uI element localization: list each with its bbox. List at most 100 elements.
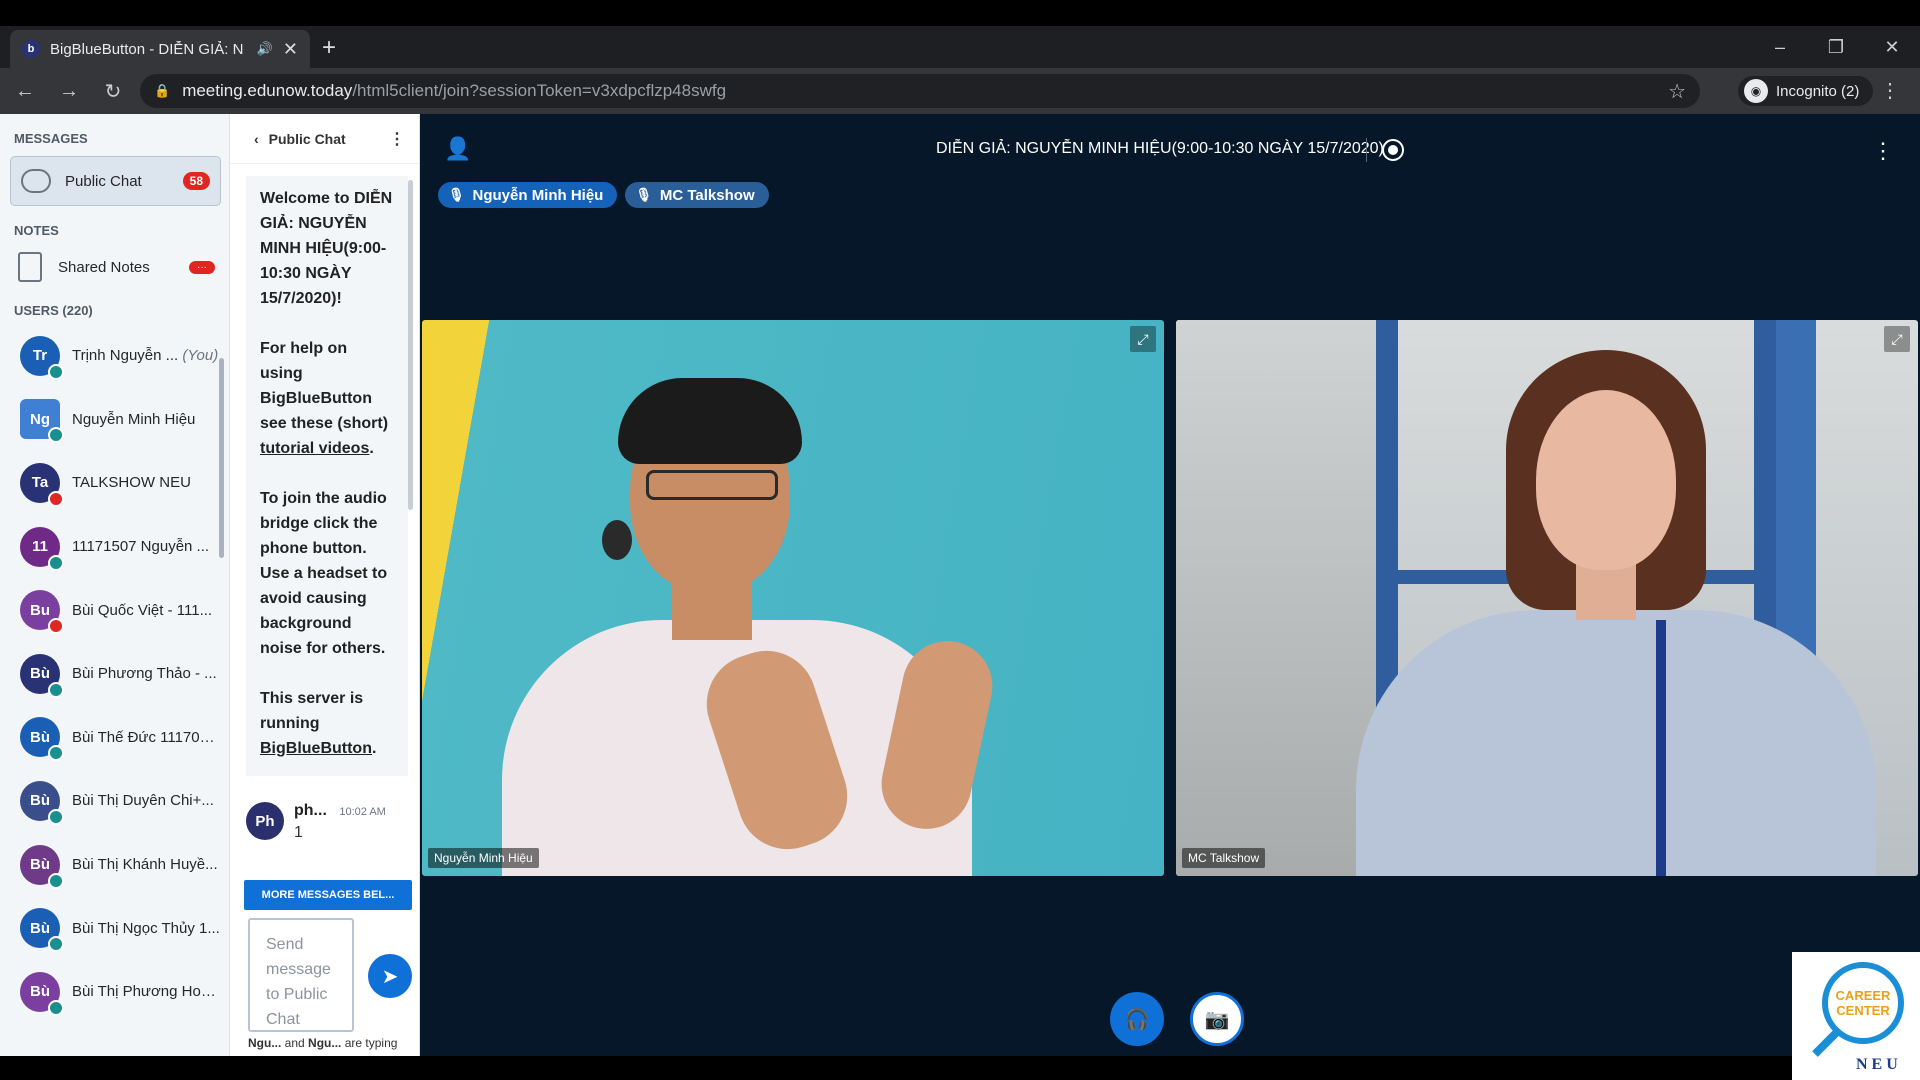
reload-icon[interactable]: ↻ — [94, 79, 132, 104]
share-webcam-button[interactable]: 📷 — [1190, 992, 1244, 1046]
user-list-item[interactable]: Bù Bùi Thị Ngọc Thủy 1... — [0, 896, 229, 960]
send-message-button[interactable]: ➤ — [368, 954, 412, 998]
chat-message-input[interactable]: Send message to Public Chat — [248, 918, 354, 1032]
message-author: ph... — [294, 802, 327, 819]
video-name-label: Nguyễn Minh Hiệu — [428, 848, 539, 868]
user-list-item[interactable]: Bù Bùi Thị Duyên Chi+... — [0, 769, 229, 833]
welcome-message: Welcome to DIỄN GIẢ: NGUYỄN MINH HIỆU(9:… — [246, 176, 408, 776]
minimize-icon[interactable]: – — [1752, 26, 1808, 68]
chat-scrollbar[interactable] — [408, 180, 413, 510]
chat-title[interactable]: Public Chat — [269, 131, 346, 147]
server-period: . — [371, 740, 377, 757]
users-list: Tr Trịnh Nguyễn ... (You) Ng Nguyễn Minh Hi… — [0, 324, 229, 1024]
video-tile-speaker[interactable]: ⤢ Nguyễn Minh Hiệu — [422, 320, 1164, 876]
tab-title: BigBlueButton - DIỄN GIẢ: N — [50, 40, 244, 58]
close-window-icon[interactable]: ✕ — [1864, 26, 1920, 68]
back-icon[interactable]: ← — [6, 80, 44, 103]
incognito-button[interactable]: ◉ Incognito (2) — [1738, 76, 1874, 106]
speaker-hair — [618, 378, 802, 464]
server-line: This server is running BigBlueButton. — [260, 686, 394, 761]
url-path: /html5client/join?sessionToken=v3xdpcflz… — [352, 81, 727, 100]
browser-menu-icon[interactable]: ⋮ — [1880, 78, 1900, 103]
user-status-icon — [48, 618, 64, 635]
user-list-item[interactable]: Bù Bùi Thị Phương Hoa... — [0, 960, 229, 1024]
chat-options-icon[interactable]: ⋮ — [389, 129, 405, 149]
user-name: Bùi Thị Duyên Chi+... — [72, 792, 220, 809]
maximize-icon[interactable]: ❐ — [1808, 26, 1864, 68]
public-chat-item[interactable]: Public Chat 58 — [10, 156, 221, 206]
user-list-toggle-icon[interactable]: 👤 — [444, 136, 471, 162]
public-chat-label: Public Chat — [65, 172, 142, 190]
forward-icon[interactable]: → — [50, 80, 88, 103]
user-list-scrollbar[interactable] — [219, 358, 224, 558]
talker-pill[interactable]: 🎙 MC Talkshow — [625, 182, 769, 208]
close-tab-icon[interactable]: ✕ — [283, 39, 298, 60]
user-name-text: 11171507 Nguyễn ... — [72, 538, 210, 556]
logo-line-1: CAREER — [1835, 988, 1891, 1003]
more-messages-button[interactable]: MORE MESSAGES BEL... — [244, 880, 412, 910]
talker-pill[interactable]: 🎙 Nguyễn Minh Hiệu — [438, 182, 618, 208]
audio-help-line: To join the audio bridge click the phone… — [260, 490, 388, 657]
header-divider — [1366, 138, 1367, 162]
avatar: Ng — [20, 399, 64, 444]
user-list-item[interactable]: Bù Bùi Phương Thảo - ... — [0, 642, 229, 706]
wall-bg — [1176, 320, 1376, 876]
user-list-item[interactable]: 11 11171507 Nguyễn ... — [0, 515, 229, 579]
user-list-item[interactable]: Bù Bùi Thị Khánh Huyề... — [0, 833, 229, 897]
chevron-left-icon[interactable]: ‹ — [254, 131, 259, 147]
chat-header: ‹ Public Chat ⋮ — [230, 114, 419, 164]
camera-off-icon: 📷 — [1204, 1008, 1230, 1031]
url-input[interactable]: 🔒 meeting.edunow.today /html5client/join… — [140, 74, 1700, 108]
typing-suffix: are typing — [344, 1036, 398, 1050]
tab-bar: b BigBlueButton - DIỄN GIẢ: N 🔊 ✕ + – ❐ … — [0, 26, 1920, 68]
fullscreen-icon[interactable]: ⤢ — [1130, 326, 1156, 352]
avatar: Bù — [20, 780, 64, 825]
video-tile-mc[interactable]: ⤢ MC Talkshow — [1176, 320, 1918, 876]
help-period: . — [369, 440, 374, 457]
user-name: TALKSHOW NEU — [72, 474, 220, 491]
fullscreen-icon[interactable]: ⤢ — [1884, 326, 1910, 352]
user-status-icon — [48, 999, 64, 1016]
user-name-text: Bùi Thị Duyên Chi+... — [72, 792, 214, 810]
welcome-line: Welcome to DIỄN GIẢ: NGUYỄN MINH HIỆU(9:… — [260, 190, 393, 307]
document-icon — [18, 252, 42, 282]
leave-audio-button[interactable]: 🎧 — [1110, 992, 1164, 1046]
user-list-item[interactable]: Ng Nguyễn Minh Hiệu — [0, 388, 229, 452]
talking-indicator: 🎙 Nguyễn Minh Hiệu 🎙 MC Talkshow — [438, 182, 769, 208]
user-name: Bùi Thị Khánh Huyề... — [72, 856, 220, 873]
bookmark-star-icon[interactable]: ☆ — [1668, 79, 1686, 104]
lock-icon[interactable]: 🔒 — [154, 83, 170, 99]
notes-badge: ··· — [189, 260, 215, 274]
shared-notes-label: Shared Notes — [58, 258, 150, 276]
bbb-app: MESSAGES Public Chat 58 NOTES Shared Not… — [0, 114, 1920, 1056]
user-name: Bùi Thị Ngọc Thủy 1... — [72, 920, 220, 937]
speaker-icon[interactable]: 🔊 — [257, 41, 273, 57]
typing-indicator: Ngu... and Ngu... are typing — [248, 1036, 397, 1050]
user-name: Nguyễn Minh Hiệu — [72, 411, 220, 428]
tutorial-videos-link[interactable]: tutorial videos — [260, 440, 369, 457]
avatar: 11 — [20, 526, 64, 571]
url-host: meeting.edunow.today — [182, 81, 353, 100]
user-list-item[interactable]: Ta TALKSHOW NEU — [0, 451, 229, 515]
recording-indicator-icon[interactable] — [1382, 139, 1404, 161]
user-status-icon — [48, 808, 64, 825]
mc-lanyard — [1656, 620, 1666, 876]
typing-user-1: Ngu... — [248, 1036, 282, 1050]
user-name-text: Bùi Quốc Việt - 111... — [72, 601, 213, 619]
user-list-item[interactable]: Tr Trịnh Nguyễn ... (You) — [0, 324, 229, 388]
avatar: Ta — [20, 462, 64, 507]
new-tab-icon[interactable]: + — [322, 34, 336, 62]
stage-header: 👤 DIỄN GIẢ: NGUYỄN MINH HIỆU(9:00-10:30 … — [420, 114, 1920, 170]
incognito-icon: ◉ — [1744, 79, 1768, 103]
career-center-logo: CAREER CENTER NEU — [1792, 952, 1920, 1080]
shared-notes-item[interactable]: Shared Notes ··· — [0, 244, 229, 290]
bigbluebutton-link[interactable]: BigBlueButton — [260, 740, 372, 757]
browser-tab[interactable]: b BigBlueButton - DIỄN GIẢ: N 🔊 ✕ — [10, 30, 310, 68]
talker-name: Nguyễn Minh Hiệu — [472, 186, 604, 204]
avatar: Bù — [20, 908, 64, 953]
user-list-item[interactable]: Bù Bùi Thế Đức 111708... — [0, 706, 229, 770]
speaker-glasses — [646, 470, 778, 500]
options-menu-icon[interactable]: ⋮ — [1872, 138, 1894, 164]
user-list-item[interactable]: Bu Bùi Quốc Việt - 111... — [0, 578, 229, 642]
video-name-label: MC Talkshow — [1182, 848, 1266, 868]
